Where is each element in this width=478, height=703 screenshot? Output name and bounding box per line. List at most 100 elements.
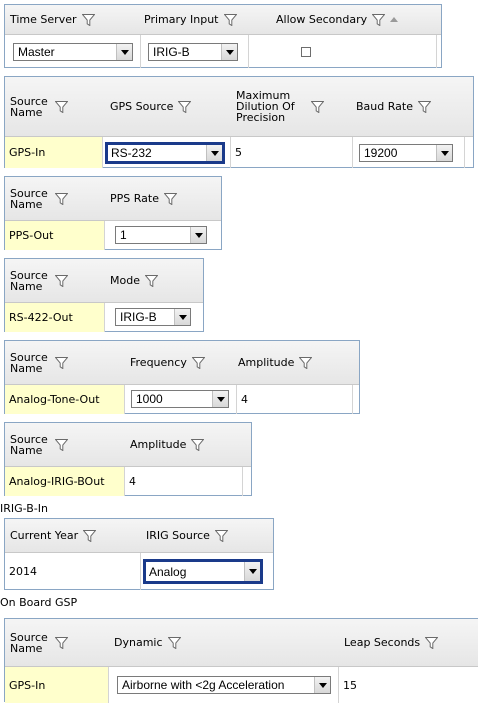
allow-secondary-checkbox[interactable]	[301, 47, 311, 57]
chevron-down-icon[interactable]	[244, 562, 260, 581]
filter-icon[interactable]	[83, 530, 96, 542]
table-header: Source Name Frequency Amplitude	[5, 341, 359, 385]
mode-select[interactable]: IRIG-B	[115, 308, 191, 326]
filter-icon[interactable]	[55, 357, 68, 369]
filter-icon[interactable]	[191, 439, 204, 451]
chevron-down-icon[interactable]	[314, 677, 330, 693]
irig-b-in-caption: IRIG-B-In	[0, 502, 48, 515]
source-name-cell: PPS-Out	[5, 221, 105, 250]
filter-icon[interactable]	[55, 101, 68, 113]
leap-seconds-cell: 15	[343, 678, 357, 692]
analog-tone-table: Source Name Frequency Amplitude Analog-T…	[4, 340, 360, 414]
pps-table: Source Name PPS Rate PPS-Out 1	[4, 176, 222, 250]
table-row: 2014 Analog	[5, 553, 273, 590]
sort-ascending-icon[interactable]	[390, 17, 399, 22]
chevron-down-icon[interactable]	[190, 227, 206, 243]
amplitude-cell: 4	[125, 467, 243, 496]
header-pps-rate[interactable]: PPS Rate	[105, 177, 223, 220]
header-dynamic[interactable]: Dynamic	[109, 619, 339, 666]
header-amplitude[interactable]: Amplitude	[125, 423, 253, 466]
chevron-down-icon[interactable]	[221, 44, 237, 60]
header-source-name[interactable]: Source Name	[5, 423, 123, 466]
header-mdop[interactable]: Maximum Dilution Of Precision	[231, 77, 351, 136]
filter-icon[interactable]	[55, 439, 68, 451]
on-board-gsp-table: Source Name Dynamic Leap Seconds GPS-In …	[4, 618, 478, 703]
gps-source-table: Source Name GPS Source Maximum Dilution …	[4, 76, 474, 168]
header-source-name[interactable]: Source Name	[5, 619, 105, 666]
filter-icon[interactable]	[192, 357, 205, 369]
filter-icon[interactable]	[55, 193, 68, 205]
pps-rate-cell: 1	[105, 221, 221, 250]
table-row: PPS-Out 1	[5, 221, 221, 250]
filter-icon[interactable]	[372, 14, 385, 26]
table-row: Analog-IRIG-BOut 4	[5, 467, 251, 496]
mode-cell: IRIG-B	[105, 303, 203, 332]
header-source-name[interactable]: Source Name	[5, 177, 103, 220]
filter-icon[interactable]	[55, 637, 68, 649]
filter-icon[interactable]	[299, 357, 312, 369]
time-server-select[interactable]: Master	[13, 43, 133, 61]
header-frequency[interactable]: Frequency	[125, 341, 237, 384]
table-header: Current Year IRIG Source	[5, 519, 273, 553]
header-source-name[interactable]: Source Name	[5, 341, 123, 384]
source-name-cell: GPS-In	[5, 137, 103, 168]
rs422-table: Source Name Mode RS-422-Out IRIG-B	[4, 258, 204, 332]
filter-icon[interactable]	[178, 101, 191, 113]
filter-icon[interactable]	[215, 530, 228, 542]
header-baud-rate[interactable]: Baud Rate	[351, 77, 475, 136]
header-allow-secondary[interactable]: Allow Secondary	[271, 5, 443, 34]
table-header: Source Name Amplitude	[5, 423, 251, 467]
source-name-cell: RS-422-Out	[5, 303, 105, 332]
chevron-down-icon[interactable]	[116, 44, 132, 60]
filter-icon[interactable]	[55, 275, 68, 287]
primary-input-cell: IRIG-B	[141, 35, 249, 68]
time-server-table: Time Server Primary Input Allow Secondar…	[4, 4, 442, 68]
header-source-name[interactable]: Source Name	[5, 259, 103, 302]
filter-icon[interactable]	[82, 14, 95, 26]
filter-icon[interactable]	[311, 101, 324, 113]
header-leap-seconds[interactable]: Leap Seconds	[339, 619, 478, 666]
frequency-cell: 1000	[125, 385, 237, 414]
filter-icon[interactable]	[168, 637, 181, 649]
table-row: GPS-In RS-232 5 19200	[5, 137, 473, 168]
table-header: Time Server Primary Input Allow Secondar…	[5, 5, 441, 35]
current-year-cell: 2014	[5, 553, 141, 590]
mdop-cell: 5	[231, 137, 353, 168]
baud-rate-cell: 19200	[353, 137, 465, 168]
amplitude-cell: 4	[237, 385, 353, 414]
header-amplitude[interactable]: Amplitude	[233, 341, 361, 384]
table-header: Source Name GPS Source Maximum Dilution …	[5, 77, 473, 137]
chevron-down-icon[interactable]	[436, 145, 452, 161]
gps-source-cell: RS-232	[103, 137, 231, 168]
header-current-year[interactable]: Current Year	[5, 519, 141, 552]
header-mode[interactable]: Mode	[105, 259, 205, 302]
filter-icon[interactable]	[145, 275, 158, 287]
header-primary-input[interactable]: Primary Input	[139, 5, 279, 34]
chevron-down-icon[interactable]	[174, 309, 190, 325]
chevron-down-icon[interactable]	[206, 145, 222, 161]
filter-icon[interactable]	[224, 14, 237, 26]
header-time-server[interactable]: Time Server	[5, 5, 135, 34]
dynamic-select[interactable]: Airborne with <2g Acceleration	[117, 676, 331, 694]
header-gps-source[interactable]: GPS Source	[105, 77, 235, 136]
table-header: Source Name Mode	[5, 259, 203, 303]
primary-input-select[interactable]: IRIG-B	[148, 43, 238, 61]
irig-source-select[interactable]: Analog	[143, 559, 263, 584]
irig-source-cell: Analog	[141, 553, 271, 590]
filter-icon[interactable]	[164, 193, 177, 205]
dynamic-cell: Airborne with <2g Acceleration	[109, 667, 339, 703]
source-name-cell: Analog-Tone-Out	[5, 385, 125, 414]
source-name-cell: GPS-In	[5, 667, 109, 703]
table-header: Source Name PPS Rate	[5, 177, 221, 221]
frequency-select[interactable]: 1000	[131, 390, 229, 408]
source-name-cell: Analog-IRIG-BOut	[5, 467, 125, 496]
filter-icon[interactable]	[425, 637, 438, 649]
chevron-down-icon[interactable]	[212, 391, 228, 407]
baud-rate-select[interactable]: 19200	[359, 144, 453, 162]
header-source-name[interactable]: Source Name	[5, 77, 101, 136]
header-irig-source[interactable]: IRIG Source	[141, 519, 275, 552]
pps-rate-select[interactable]: 1	[115, 226, 207, 244]
allow-secondary-cell	[249, 35, 437, 68]
filter-icon[interactable]	[418, 101, 431, 113]
gps-source-select[interactable]: RS-232	[105, 142, 225, 164]
